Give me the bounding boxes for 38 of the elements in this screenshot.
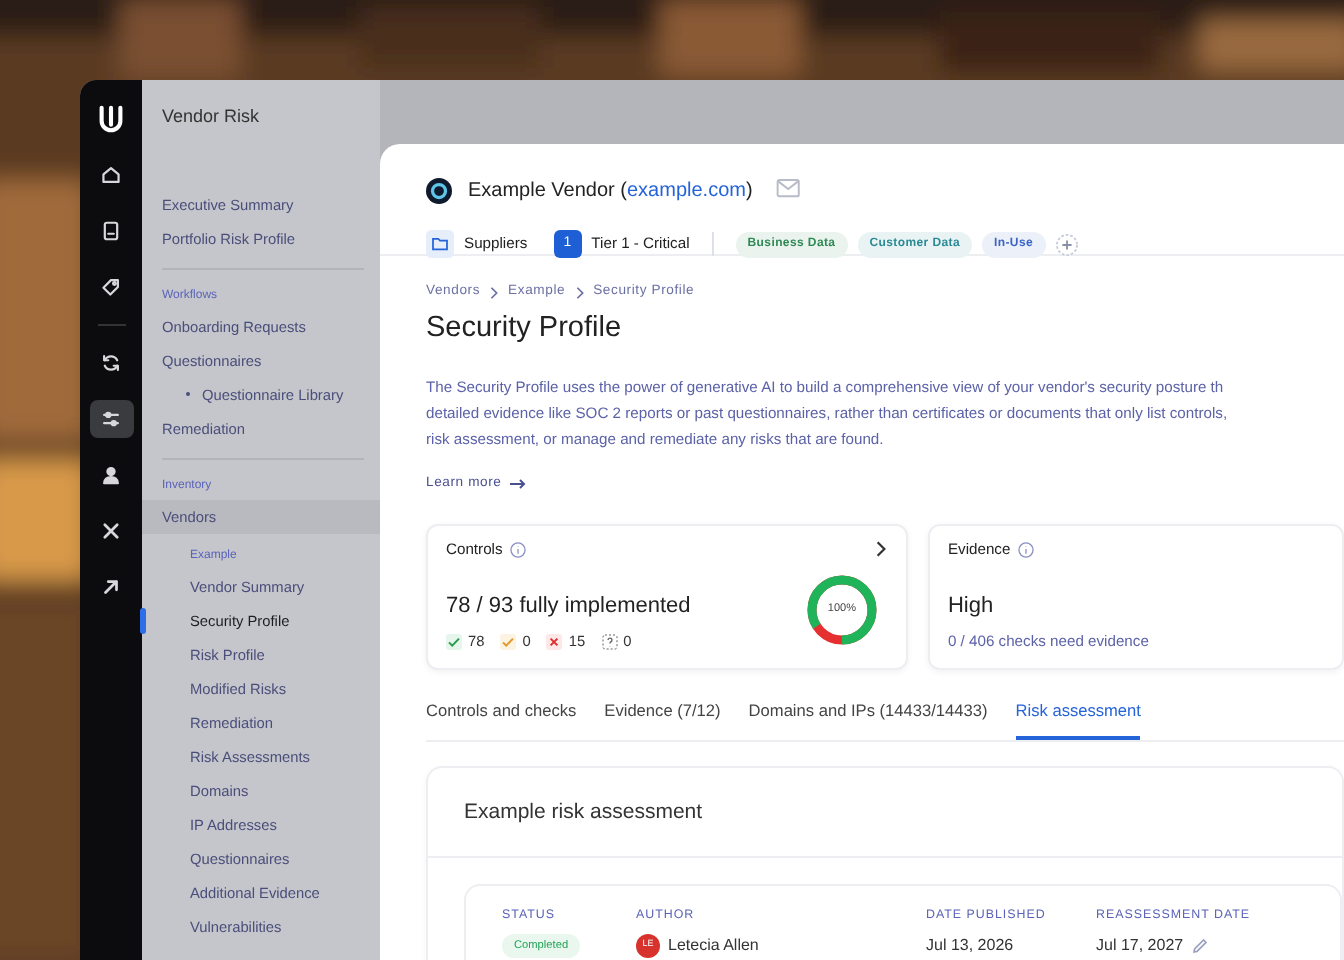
chevron-icon (488, 285, 501, 300)
document-icon (100, 220, 122, 242)
check-icon (446, 633, 462, 650)
date-text: Jul 13, 2026 (926, 933, 1014, 958)
add-tag-button[interactable] (1055, 233, 1078, 255)
sliders-button[interactable] (89, 400, 133, 438)
vendor-logo (426, 177, 452, 203)
pencil-icon[interactable] (1191, 937, 1208, 954)
close-icon (100, 520, 122, 542)
tag-icon (100, 276, 122, 298)
refresh-icon (100, 352, 122, 374)
author-name: Letecia Allen (668, 933, 759, 958)
info-icon (510, 541, 527, 558)
sliders-icon (100, 408, 122, 430)
arrow-icon (509, 478, 526, 491)
cross-icon (546, 633, 563, 650)
summary-text: 78 / 93 fully implemented (446, 591, 691, 622)
summary-text: High (947, 591, 996, 622)
check-icon (500, 633, 517, 650)
home-icon (100, 164, 122, 186)
tab[interactable]: Risk assessment (1015, 698, 1141, 740)
question-icon (601, 633, 618, 650)
arrow-icon (100, 576, 122, 598)
card-title: Example risk assessment (428, 767, 1342, 859)
info-icon (1018, 541, 1035, 558)
tab[interactable]: Controls and checks (426, 698, 577, 740)
person-icon (100, 464, 122, 486)
domain-link[interactable]: example.com (627, 179, 746, 201)
sidebar-title: Vendor Risk (162, 104, 262, 130)
tab[interactable]: Domains and IPs (14433/14433) (748, 698, 988, 740)
vendor-name: Example Vendor (example.com) (468, 177, 753, 205)
chevron-icon (573, 285, 586, 300)
chevron-icon[interactable] (873, 540, 888, 559)
page-title: Security Profile (426, 312, 624, 348)
logo-icon (96, 104, 126, 134)
progress-ring (805, 574, 878, 647)
tab[interactable]: Evidence (7/12) (604, 698, 721, 740)
date-text: Jul 17, 2027 (1096, 933, 1184, 958)
